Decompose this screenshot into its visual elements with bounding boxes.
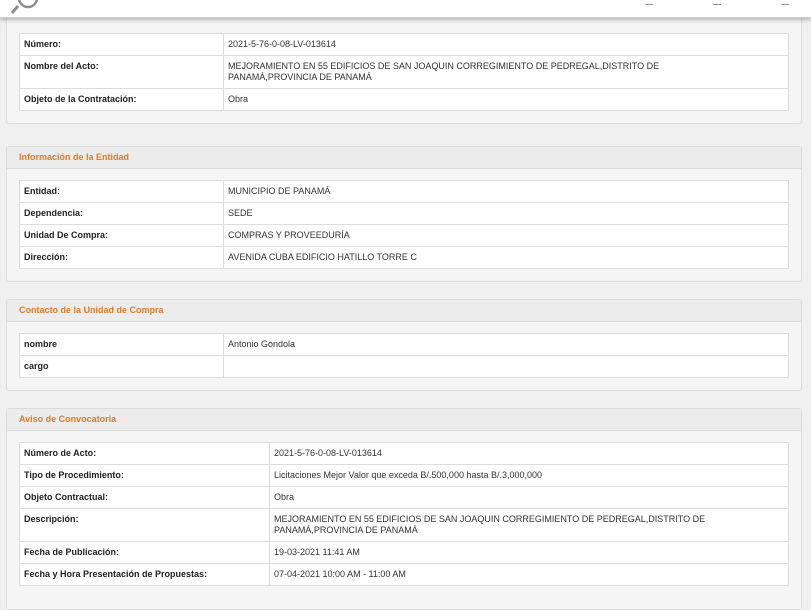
field-value: SEDE bbox=[223, 202, 789, 225]
magnifier-logo-icon bbox=[10, 0, 39, 14]
field-value: COMPRAS Y PROVEEDURÍA bbox=[223, 224, 789, 247]
table-row: Dirección: AVENIDA CUBA EDIFICIO HATILLO… bbox=[19, 246, 789, 269]
table-row: Nombre del Acto: MEJORAMIENTO EN 55 EDIF… bbox=[19, 55, 789, 89]
table-row: Número: 2021-5-76-0-08-LV-013614 bbox=[19, 33, 789, 56]
field-label: Unidad De Compra: bbox=[19, 224, 224, 247]
acto-table: Número: 2021-5-76-0-08-LV-013614 Nombre … bbox=[19, 33, 789, 111]
top-navigation-bar bbox=[0, 0, 811, 18]
table-row: Entidad: MUNICIPIO DE PANAMÁ bbox=[19, 180, 789, 203]
field-label: Número de Acto: bbox=[19, 442, 270, 465]
field-value: AVENIDA CUBA EDIFICIO HATILLO TORRE C bbox=[223, 246, 789, 269]
field-value: Obra bbox=[269, 486, 789, 509]
field-value: Antonio Gondola bbox=[223, 333, 789, 356]
field-label: nombre bbox=[19, 333, 224, 356]
field-label: Fecha de Publicación: bbox=[19, 541, 270, 564]
panel-title: Información de la Entidad bbox=[7, 147, 801, 169]
field-label: Número: bbox=[19, 33, 224, 56]
field-value: MEJORAMIENTO EN 55 EDIFICIOS DE SAN JOAQ… bbox=[269, 508, 789, 542]
field-label: Fecha y Hora Presentación de Propuestas: bbox=[19, 563, 270, 586]
contacto-table: nombre Antonio Gondola cargo bbox=[19, 333, 789, 378]
field-label: Descripción: bbox=[19, 508, 270, 542]
field-value: 07-04-2021 10:00 AM - 11:00 AM bbox=[269, 563, 789, 586]
field-label: Objeto Contractual: bbox=[19, 486, 270, 509]
table-row: Descripción: MEJORAMIENTO EN 55 EDIFICIO… bbox=[19, 508, 789, 542]
table-row: Fecha de Publicación: 19-03-2021 11:41 A… bbox=[19, 541, 789, 564]
panel-title: Aviso de Convocatoria bbox=[7, 409, 801, 431]
field-value: 2021-5-76-0-08-LV-013614 bbox=[223, 33, 789, 56]
contacto-panel: Contacto de la Unidad de Compra nombre A… bbox=[6, 299, 802, 391]
field-label: Entidad: bbox=[19, 180, 224, 203]
panel-title: Contacto de la Unidad de Compra bbox=[7, 300, 801, 322]
table-row: Objeto de la Contratación: Obra bbox=[19, 88, 789, 111]
field-value: Obra bbox=[223, 88, 789, 111]
table-row: Fecha y Hora Presentación de Propuestas:… bbox=[19, 563, 789, 586]
field-label: cargo bbox=[19, 355, 224, 378]
field-label: Nombre del Acto: bbox=[19, 55, 224, 89]
field-label: Dirección: bbox=[19, 246, 224, 269]
field-value: 2021-5-76-0-08-LV-013614 bbox=[269, 442, 789, 465]
field-label: Dependencia: bbox=[19, 202, 224, 225]
nav-item[interactable] bbox=[781, 0, 789, 5]
table-row: nombre Antonio Gondola bbox=[19, 333, 789, 356]
table-row: Número de Acto: 2021-5-76-0-08-LV-013614 bbox=[19, 442, 789, 465]
nav-item[interactable] bbox=[645, 0, 653, 5]
entidad-table: Entidad: MUNICIPIO DE PANAMÁ Dependencia… bbox=[19, 180, 789, 269]
field-value: MUNICIPIO DE PANAMÁ bbox=[223, 180, 789, 203]
table-row: Objeto Contractual: Obra bbox=[19, 486, 789, 509]
field-value: MEJORAMIENTO EN 55 EDIFICIOS DE SAN JOAQ… bbox=[223, 55, 789, 89]
nav-item[interactable] bbox=[713, 0, 721, 5]
field-value: 19-03-2021 11:41 AM bbox=[269, 541, 789, 564]
table-row: Unidad De Compra: COMPRAS Y PROVEEDURÍA bbox=[19, 224, 789, 247]
field-value bbox=[223, 355, 789, 378]
entidad-panel: Información de la Entidad Entidad: MUNIC… bbox=[6, 146, 802, 282]
acto-panel: Número: 2021-5-76-0-08-LV-013614 Nombre … bbox=[6, 10, 802, 124]
aviso-panel: Aviso de Convocatoria Número de Acto: 20… bbox=[6, 408, 802, 610]
table-row: cargo bbox=[19, 355, 789, 378]
table-row: Tipo de Procedimiento: Licitaciones Mejo… bbox=[19, 464, 789, 487]
table-row: Dependencia: SEDE bbox=[19, 202, 789, 225]
aviso-table: Número de Acto: 2021-5-76-0-08-LV-013614… bbox=[19, 442, 789, 586]
top-nav-menu bbox=[645, 0, 789, 5]
field-value: Licitaciones Mejor Valor que exceda B/.5… bbox=[269, 464, 789, 487]
field-label: Objeto de la Contratación: bbox=[19, 88, 224, 111]
field-label: Tipo de Procedimiento: bbox=[19, 464, 270, 487]
